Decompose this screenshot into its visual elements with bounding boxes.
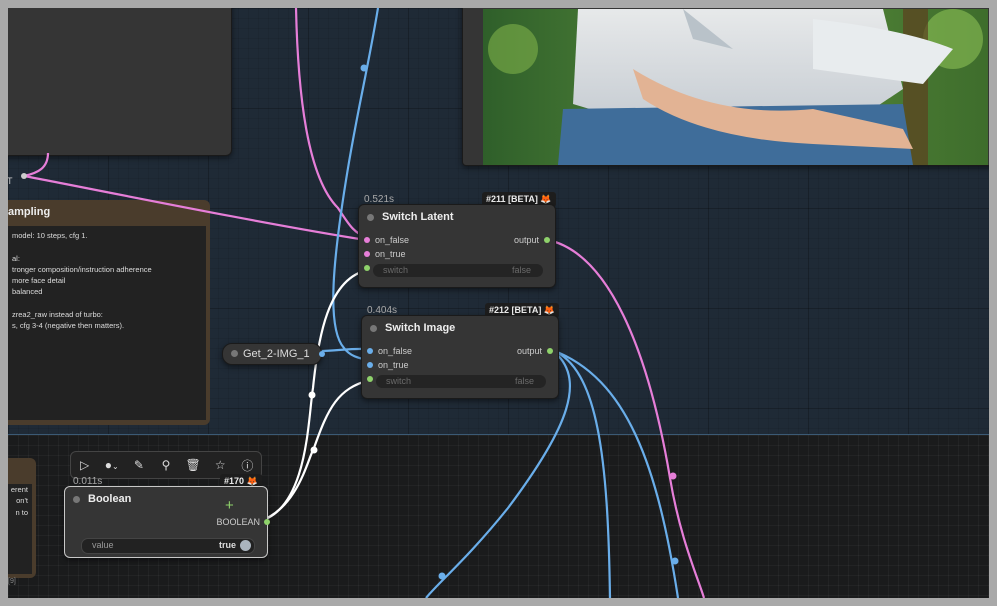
output-socket-icon[interactable] bbox=[544, 237, 550, 243]
color-circle-icon[interactable]: ●⌄ bbox=[102, 458, 122, 472]
collapse-dot-icon[interactable] bbox=[367, 213, 374, 221]
switch-image-widget-socket bbox=[367, 376, 373, 382]
switch-latent-header[interactable]: Switch Latent bbox=[359, 205, 555, 229]
switch-image-node[interactable]: Switch Image on_false on_true output swi… bbox=[361, 315, 559, 399]
latent-socket-icon[interactable] bbox=[364, 251, 370, 257]
get-image-title: Get_2-IMG_1 bbox=[243, 348, 310, 360]
get-image-node[interactable]: Get_2-IMG_1 bbox=[222, 343, 325, 365]
latent-wire-top bbox=[294, 8, 369, 240]
switch-latent-output[interactable]: output bbox=[514, 235, 550, 245]
trash-icon[interactable]: 🗑 bbox=[183, 458, 203, 472]
switch-latent-node[interactable]: Switch Latent on_false on_true output sw… bbox=[358, 204, 556, 288]
switch-image-switch-widget[interactable]: switch false bbox=[376, 375, 546, 388]
boolean-socket-icon[interactable] bbox=[364, 265, 370, 271]
collapse-dot-icon[interactable] bbox=[73, 495, 80, 503]
switch-image-title: Switch Image bbox=[385, 322, 456, 334]
plus-icon[interactable]: + bbox=[225, 497, 234, 514]
sampling-notes-title: ampling bbox=[8, 206, 51, 218]
sampling-notes-text[interactable]: model: 10 steps, cfg 1. al: tronger comp… bbox=[8, 226, 206, 420]
preview-image bbox=[483, 9, 988, 165]
collapse-dot-icon[interactable] bbox=[370, 324, 377, 332]
notes-wire bbox=[23, 152, 50, 178]
boolean-output[interactable]: BOOLEAN bbox=[216, 517, 270, 527]
node-canvas[interactable]: ampling model: 10 steps, cfg 1. al: tron… bbox=[8, 8, 989, 598]
boolean-node[interactable]: Boolean + BOOLEAN value true bbox=[64, 486, 270, 558]
image-socket-icon[interactable] bbox=[367, 348, 373, 354]
boolean-socket-icon[interactable] bbox=[264, 519, 270, 525]
lower-notes-node[interactable]: erent on't n to bbox=[8, 458, 36, 578]
boolean-title: Boolean bbox=[88, 493, 132, 505]
pin-icon[interactable]: ⚲ bbox=[156, 458, 176, 472]
output-socket-icon[interactable] bbox=[547, 348, 553, 354]
corner-label: [9] bbox=[8, 578, 16, 585]
switch-latent-switch-widget[interactable]: switch false bbox=[373, 264, 543, 277]
image-socket-icon[interactable] bbox=[367, 362, 373, 368]
boolean-header[interactable]: Boolean bbox=[65, 487, 267, 511]
switch-latent-input-on-false[interactable]: on_false bbox=[364, 235, 409, 245]
boolean-socket-icon[interactable] bbox=[367, 376, 373, 382]
switch-image-input-on-false[interactable]: on_false bbox=[367, 346, 412, 356]
latent-socket-icon[interactable] bbox=[364, 237, 370, 243]
switch-latent-widget-socket bbox=[364, 265, 370, 271]
top-left-output-label: T bbox=[8, 176, 13, 186]
toggle-knob-icon[interactable] bbox=[240, 540, 251, 551]
reroute-dot bbox=[308, 391, 316, 399]
top-left-node[interactable] bbox=[8, 8, 232, 156]
switch-image-input-on-true[interactable]: on_true bbox=[367, 360, 409, 370]
switch-latent-title: Switch Latent bbox=[382, 211, 454, 223]
pin-pen-icon[interactable]: ✎ bbox=[129, 458, 149, 472]
switch-latent-input-on-true[interactable]: on_true bbox=[364, 249, 406, 259]
collapse-dot-icon[interactable] bbox=[231, 350, 238, 357]
reroute-dot bbox=[360, 64, 368, 72]
reroute-dot bbox=[21, 173, 27, 179]
switch-image-header[interactable]: Switch Image bbox=[362, 316, 558, 340]
boolean-value-toggle[interactable]: value true bbox=[81, 538, 255, 554]
preview-image-node[interactable] bbox=[462, 8, 989, 166]
image-socket-icon[interactable] bbox=[319, 351, 325, 357]
lower-notes-text[interactable]: erent on't n to bbox=[8, 484, 32, 574]
star-icon[interactable]: ☆ bbox=[210, 458, 230, 472]
sampling-notes-node[interactable]: ampling model: 10 steps, cfg 1. al: tron… bbox=[8, 200, 210, 425]
switch-image-output[interactable]: output bbox=[517, 346, 553, 356]
play-icon[interactable]: ▷ bbox=[75, 458, 95, 472]
help-icon[interactable]: ⓘ bbox=[237, 457, 257, 474]
